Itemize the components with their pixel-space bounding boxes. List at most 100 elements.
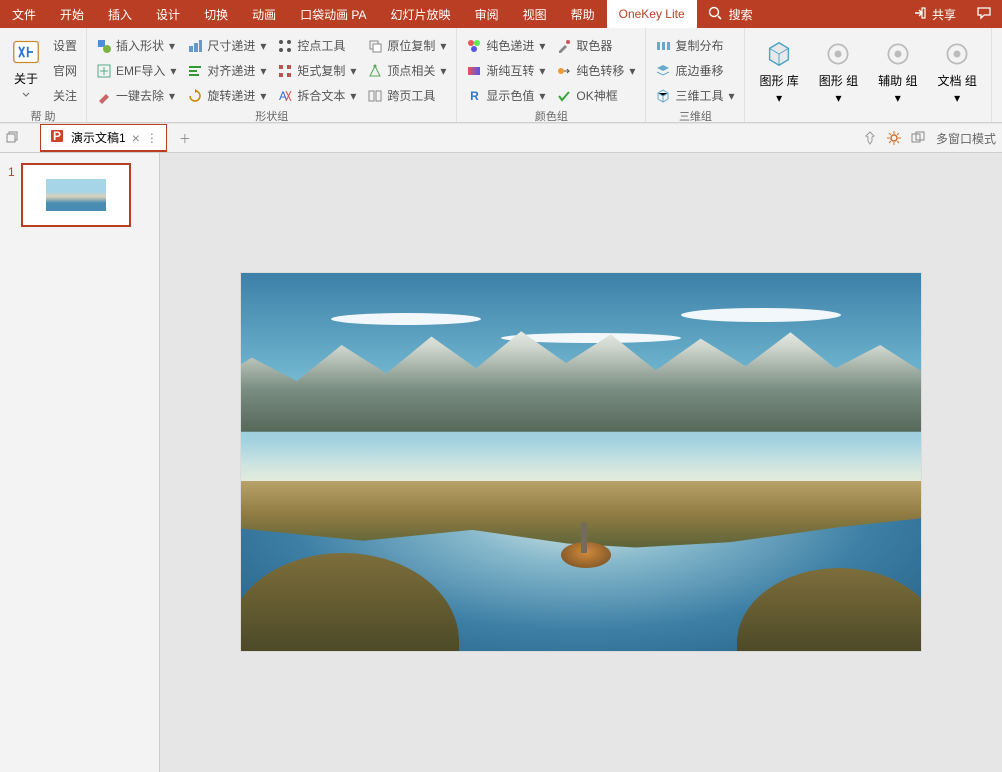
tab-view[interactable]: 视图 (511, 0, 559, 28)
tab-pocket[interactable]: 口袋动画 PA (288, 0, 378, 28)
tab-menu-icon[interactable]: ⋮ (146, 131, 158, 145)
pure-trans-button[interactable]: 纯色转移▾ (553, 59, 639, 82)
dropdown-icon: ▾ (628, 67, 636, 75)
dropdown-icon: ▾ (168, 92, 176, 100)
multi-window-icon[interactable] (906, 126, 930, 150)
palette-icon (466, 38, 482, 54)
about-button[interactable]: 关于 (6, 34, 46, 105)
dropdown-icon (21, 89, 31, 103)
slide-thumbnail[interactable] (21, 163, 131, 227)
title-bar: 文件 开始 插入 设计 切换 动画 口袋动画 PA 幻灯片放映 审阅 视图 帮助… (0, 0, 1002, 28)
ctrl-point-icon (277, 38, 293, 54)
add-tab-button[interactable]: ＋ (173, 126, 197, 150)
layers-icon (655, 63, 671, 79)
slide-canvas-area[interactable] (160, 153, 1002, 772)
dropdown-icon: ▾ (168, 42, 176, 50)
slide[interactable] (241, 273, 921, 651)
bottom-v-button[interactable]: 底边垂移 (652, 59, 738, 82)
pin-icon[interactable] (858, 126, 882, 150)
doc-grp-button[interactable]: 文档 组 ▾ (929, 34, 984, 109)
grad-swap-button[interactable]: 渐纯互转▾ (463, 59, 549, 82)
slide-image[interactable] (241, 273, 921, 651)
group-library: 图形 库▾ 图形 组▾ 辅助 组▾ 文档 组 ▾ (745, 28, 991, 122)
shape-lib-button[interactable]: 图形 库▾ (751, 34, 806, 109)
dropdown-icon: ▾ (169, 67, 177, 75)
share-button[interactable]: 共享 (902, 0, 966, 28)
official-site-button[interactable]: 官网 (50, 59, 80, 82)
orig-copy-button[interactable]: 原位复制▾ (364, 34, 450, 57)
tab-file[interactable]: 文件 (0, 0, 48, 28)
rotate-step-icon (187, 88, 203, 104)
split-text-button[interactable]: A拆合文本▾ (274, 84, 360, 107)
vertex-rel-button[interactable]: 顶点相关▾ (364, 59, 450, 82)
insert-shape-button[interactable]: 插入形状▾ (93, 34, 180, 57)
rotate-step-button[interactable]: 旋转递进▾ (184, 84, 270, 107)
group-three: 复制分布 底边垂移 三维工具▾ 三维组 (646, 28, 745, 122)
color-transfer-icon (556, 63, 572, 79)
restore-window-icon[interactable] (4, 129, 20, 148)
size-step-button[interactable]: 尺寸递进▾ (184, 34, 270, 57)
doc-grp-label: 文档 组 (937, 72, 976, 89)
one-click-remove-button[interactable]: 一键去除▾ (93, 84, 180, 107)
shape-grp-button[interactable]: 图形 组▾ (811, 34, 866, 109)
document-tab-bar: P 演示文稿1 × ⋮ ＋ 多窗口模式 (0, 123, 1002, 153)
aux-grp-button[interactable]: 辅助 组▾ (870, 34, 925, 109)
distribute-icon (655, 38, 671, 54)
three-tool-button[interactable]: 三维工具▾ (652, 84, 738, 107)
dropdown-icon: ▾ (954, 91, 960, 105)
emf-import-button[interactable]: EMF导入▾ (93, 59, 180, 82)
cube-icon (655, 88, 671, 104)
circle-icon (941, 38, 973, 70)
broom-icon (96, 88, 112, 104)
tab-slideshow[interactable]: 幻灯片放映 (379, 0, 463, 28)
pure-step-button[interactable]: 纯色递进▾ (463, 34, 549, 57)
matrix-copy-button[interactable]: 矩式复制▾ (274, 59, 360, 82)
tab-insert[interactable]: 插入 (96, 0, 144, 28)
thumbnail-item[interactable]: 1 (8, 163, 151, 227)
close-tab-button[interactable]: × (132, 130, 140, 146)
dropdown-icon: ▾ (727, 92, 735, 100)
size-step-icon (187, 38, 203, 54)
tab-onekey[interactable]: OneKey Lite (607, 0, 697, 28)
ok-frame-button[interactable]: OK神框 (553, 84, 639, 107)
tab-help[interactable]: 帮助 (559, 0, 607, 28)
align-step-button[interactable]: 对齐递进▾ (184, 59, 270, 82)
group-color-label: 颜色组 (463, 107, 639, 125)
shape-grp-label: 图形 组 (819, 72, 858, 89)
about-label: 关于 (14, 70, 38, 87)
copy-dist-button[interactable]: 复制分布 (652, 34, 738, 57)
ctrl-point-button[interactable]: 控点工具 (274, 34, 360, 57)
show-cv-button[interactable]: R显示色值▾ (463, 84, 549, 107)
comment-button[interactable] (966, 0, 1002, 28)
thumbnail-image (46, 179, 106, 211)
thumbnail-panel[interactable]: 1 (0, 153, 160, 772)
app-logo-icon (10, 36, 42, 68)
group-shape-label: 形状组 (93, 107, 450, 125)
tab-review[interactable]: 审阅 (463, 0, 511, 28)
gear-icon[interactable] (882, 126, 906, 150)
emf-icon (96, 63, 112, 79)
check-icon (556, 88, 572, 104)
workspace: 1 (0, 153, 1002, 772)
shape-lib-label: 图形 库 (759, 72, 798, 89)
tab-transition[interactable]: 切换 (192, 0, 240, 28)
document-tab[interactable]: P 演示文稿1 × ⋮ (40, 124, 167, 152)
tab-home[interactable]: 开始 (48, 0, 96, 28)
multi-window-label[interactable]: 多窗口模式 (930, 130, 1002, 147)
dropdown-icon: ▾ (259, 92, 267, 100)
shape-lib-icon (763, 38, 795, 70)
search-box[interactable]: 搜索 (697, 0, 763, 28)
attention-button[interactable]: 关注 (50, 84, 80, 107)
picker-button[interactable]: 取色器 (553, 34, 639, 57)
group-help-label: 帮 助 (6, 107, 80, 125)
tab-design[interactable]: 设计 (144, 0, 192, 28)
circle-icon (882, 38, 914, 70)
dropdown-icon: ▾ (439, 42, 447, 50)
align-step-icon (187, 63, 203, 79)
ribbon: 关于 设置 官网 关注 帮 助 插入形状▾ EMF导入▾ 一键去除▾ 尺寸递进▾… (0, 28, 1002, 123)
copy-icon (367, 38, 383, 54)
cross-page-button[interactable]: 跨页工具 (364, 84, 450, 107)
tab-animation[interactable]: 动画 (240, 0, 288, 28)
settings-button[interactable]: 设置 (50, 34, 80, 57)
split-text-icon: A (277, 88, 293, 104)
